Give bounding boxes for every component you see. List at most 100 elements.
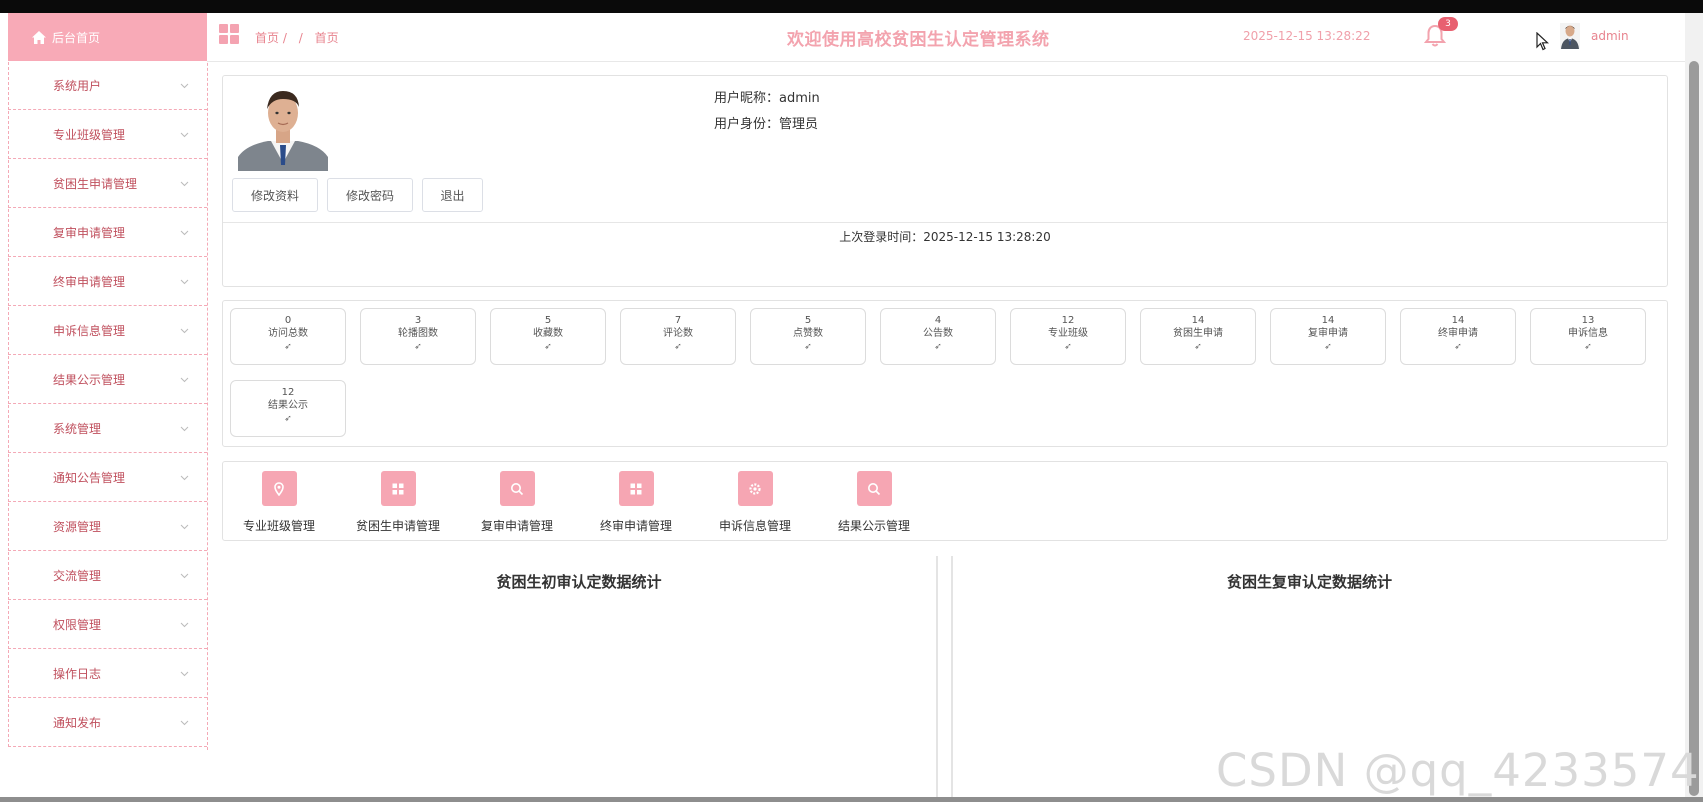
top-header: 首页 / / 首页 欢迎使用高校贫困生认定管理系统 2025-12-15 13:… xyxy=(207,13,1685,62)
quick-menu: 专业班级管理 贫困生申请管理 复审申请管理 终审申请管理 申诉信息管理 结果公示管理 xyxy=(222,461,1668,541)
chevron-down-icon xyxy=(180,228,189,237)
stat-tile[interactable]: 5 收藏数 ➶ xyxy=(490,308,606,365)
stat-label: 公告数 xyxy=(923,328,953,339)
chevron-down-icon xyxy=(180,522,189,531)
navigation-arrow-icon: ➶ xyxy=(1584,342,1592,352)
profile-card: 用户昵称：admin 用户身份：管理员 修改资料 修改密码 退出 上次登录时间：… xyxy=(222,75,1668,287)
sidebar-item-label: 复审申请管理 xyxy=(53,226,126,240)
stat-value: 7 xyxy=(674,315,682,326)
sidebar-item-label: 系统用户 xyxy=(53,79,102,93)
stat-tile[interactable]: 14 终审申请 ➶ xyxy=(1400,308,1516,365)
initial-review-chart-panel: 贫困生初审认定数据统计 xyxy=(222,556,936,797)
stat-value: 14 xyxy=(1191,315,1205,326)
sidebar: 后台首页 系统用户专业班级管理 贫困生申请管理 复审申请管理 终审申请管理 申诉信息管理… xyxy=(8,13,208,750)
sidebar-item[interactable]: 贫困生申请管理 xyxy=(8,160,207,208)
menu-grid-icon[interactable] xyxy=(219,24,239,44)
quick-menu-item[interactable]: 复审申请管理 xyxy=(467,471,567,534)
sidebar-item[interactable]: 操作日志 xyxy=(8,650,207,698)
chevron-down-icon xyxy=(180,571,189,580)
sidebar-item[interactable]: 系统管理 xyxy=(8,405,207,453)
sidebar-item[interactable]: 终审申请管理 xyxy=(8,258,207,306)
sidebar-item[interactable]: 专业班级管理 xyxy=(8,111,207,159)
stats-card: 0 访问总数 ➶ 3 轮播图数 ➶ 5 收藏数 ➶ 7 评论数 ➶ 5 点赞数 ➶ 4 公告数 ➶ 12 专业班级 ➶ 1… xyxy=(222,300,1668,447)
location-icon xyxy=(261,471,297,506)
initial-review-chart-title: 贫困生初审认定数据统计 xyxy=(496,573,662,591)
stat-label: 评论数 xyxy=(663,328,693,339)
window-left-edge xyxy=(0,13,8,802)
sidebar-home[interactable]: 后台首页 xyxy=(8,13,207,61)
sidebar-item-label: 结果公示管理 xyxy=(53,373,126,387)
notification-badge: 3 xyxy=(1438,17,1458,31)
chevron-down-icon xyxy=(180,473,189,482)
quick-menu-label: 贫困生申请管理 xyxy=(355,519,440,533)
sidebar-item[interactable]: 资源管理 xyxy=(8,503,207,551)
sidebar-item-label: 终审申请管理 xyxy=(53,275,126,289)
stat-tile[interactable]: 0 访问总数 ➶ xyxy=(230,308,346,365)
navigation-arrow-icon: ➶ xyxy=(1454,342,1462,352)
sidebar-item-label: 资源管理 xyxy=(53,520,102,534)
avatar[interactable] xyxy=(1560,23,1580,49)
grid-icon xyxy=(618,471,654,506)
stat-label: 终审申请 xyxy=(1438,328,1478,339)
quick-menu-item[interactable]: 专业班级管理 xyxy=(229,471,329,534)
breadcrumb-home[interactable]: 首页 / xyxy=(255,31,287,45)
stat-tile[interactable]: 7 评论数 ➶ xyxy=(620,308,736,365)
user-identity: 用户身份：管理员 xyxy=(714,117,819,132)
quick-menu-label: 终审申请管理 xyxy=(599,519,672,533)
stat-value: 13 xyxy=(1581,315,1595,326)
navigation-arrow-icon: ➶ xyxy=(414,342,422,352)
navigation-arrow-icon: ➶ xyxy=(284,342,292,352)
sidebar-item[interactable]: 通知公告管理 xyxy=(8,454,207,502)
logout-button[interactable]: 退出 xyxy=(422,178,483,212)
sidebar-item-label: 专业班级管理 xyxy=(53,128,126,142)
mouse-cursor-icon xyxy=(1536,31,1550,51)
stat-tile[interactable]: 12 专业班级 ➶ xyxy=(1010,308,1126,365)
stat-value: 5 xyxy=(804,315,812,326)
sidebar-item[interactable]: 复审申请管理 xyxy=(8,209,207,257)
header-username[interactable]: admin xyxy=(1591,29,1629,43)
stat-tile[interactable]: 14 复审申请 ➶ xyxy=(1270,308,1386,365)
sidebar-item-label: 系统管理 xyxy=(53,422,102,436)
sidebar-item-label: 贫困生申请管理 xyxy=(53,177,138,191)
stat-tile[interactable]: 13 申诉信息 ➶ xyxy=(1530,308,1646,365)
sidebar-item[interactable]: 通知发布 xyxy=(8,699,207,747)
settings-icon xyxy=(737,471,773,506)
stat-label: 轮播图数 xyxy=(398,328,438,339)
user-photo xyxy=(238,85,328,171)
search-icon xyxy=(499,471,535,506)
stat-tile[interactable]: 14 贫困生申请 ➶ xyxy=(1140,308,1256,365)
stat-label: 贫困生申请 xyxy=(1173,328,1223,339)
breadcrumb: 首页 / / 首页 xyxy=(255,29,347,46)
sidebar-item-label: 通知公告管理 xyxy=(53,471,126,485)
stat-value: 4 xyxy=(934,315,942,326)
breadcrumb-separator: / xyxy=(298,31,303,45)
quick-menu-item[interactable]: 贫困生申请管理 xyxy=(348,471,448,534)
stat-tile[interactable]: 4 公告数 ➶ xyxy=(880,308,996,365)
navigation-arrow-icon: ➶ xyxy=(934,342,942,352)
sidebar-item[interactable]: 交流管理 xyxy=(8,552,207,600)
stat-tile[interactable]: 3 轮播图数 ➶ xyxy=(360,308,476,365)
scrollbar-thumb[interactable] xyxy=(1689,61,1699,796)
window-top-bar xyxy=(0,0,1703,13)
sidebar-home-label: 后台首页 xyxy=(52,30,101,45)
quick-menu-item[interactable]: 结果公示管理 xyxy=(824,471,924,534)
chevron-down-icon xyxy=(180,718,189,727)
sidebar-item[interactable]: 权限管理 xyxy=(8,601,207,649)
quick-menu-item[interactable]: 申诉信息管理 xyxy=(705,471,805,534)
sidebar-item[interactable]: 系统用户 xyxy=(8,62,207,110)
chevron-down-icon xyxy=(180,179,189,188)
sidebar-item[interactable]: 申诉信息管理 xyxy=(8,307,207,355)
stat-value: 5 xyxy=(544,315,552,326)
navigation-arrow-icon: ➶ xyxy=(1194,342,1202,352)
sidebar-item-label: 操作日志 xyxy=(53,667,102,681)
stat-tile[interactable]: 5 点赞数 ➶ xyxy=(750,308,866,365)
sidebar-item[interactable]: 结果公示管理 xyxy=(8,356,207,404)
re-review-chart-title: 贫困生复审认定数据统计 xyxy=(1226,573,1392,591)
change-password-button[interactable]: 修改密码 xyxy=(327,178,413,212)
edit-profile-button[interactable]: 修改资料 xyxy=(232,178,318,212)
sidebar-item-label: 申诉信息管理 xyxy=(53,324,126,338)
quick-menu-item[interactable]: 终审申请管理 xyxy=(586,471,686,534)
stat-tile[interactable]: 12 结果公示 ➶ xyxy=(230,380,346,437)
sidebar-item-label: 交流管理 xyxy=(53,569,102,583)
profile-divider xyxy=(223,222,1667,223)
